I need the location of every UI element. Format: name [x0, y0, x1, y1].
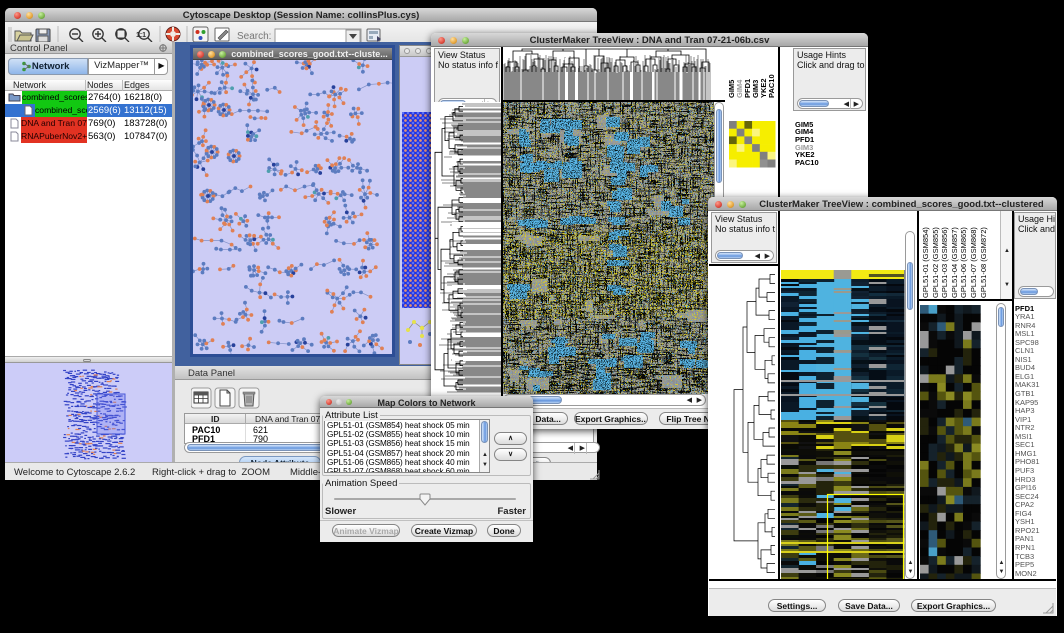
svg-text:1:1: 1:1	[136, 32, 146, 39]
svg-text:Search:: Search:	[237, 31, 271, 42]
